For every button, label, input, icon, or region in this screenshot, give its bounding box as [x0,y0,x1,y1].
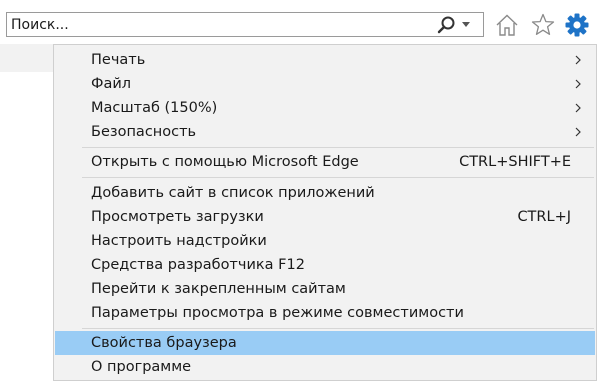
menu-separator [82,177,594,178]
menu-separator [82,147,594,148]
menu-item-internet-options[interactable]: Свойства браузера [55,331,595,355]
menu-item-shortcut: CTRL+J [517,209,571,225]
menu-item-manage-addons[interactable]: Настроить надстройки [55,229,595,253]
menu-item-open-with-edge[interactable]: Открыть с помощью Microsoft Edge CTRL+SH… [55,150,595,174]
menu-item-compatibility-view[interactable]: Параметры просмотра в режиме совместимос… [55,301,595,325]
menu-item-label: Файл [91,76,132,92]
search-icon[interactable] [436,15,458,35]
menu-item-label: Открыть с помощью Microsoft Edge [91,154,359,170]
menu-item-label: Свойства браузера [91,335,237,351]
menu-item-safety[interactable]: Безопасность [55,120,595,144]
menu-item-file[interactable]: Файл [55,72,595,96]
menu-item-label: Печать [91,52,146,68]
menu-item-about[interactable]: О программе [55,355,595,379]
menu-item-zoom[interactable]: Масштаб (150%) [55,96,595,120]
menu-item-view-downloads[interactable]: Просмотреть загрузки CTRL+J [55,205,595,229]
home-icon[interactable] [494,12,520,38]
menu-item-label: О программе [91,359,192,375]
chevron-right-icon [575,103,581,113]
menu-item-label: Средства разработчика F12 [91,257,305,273]
star-icon[interactable] [530,12,556,38]
chevron-right-icon [575,55,581,65]
menu-item-developer-tools[interactable]: Средства разработчика F12 [55,253,595,277]
chevron-right-icon [575,79,581,89]
menu-item-label: Просмотреть загрузки [91,209,264,225]
menu-separator [82,328,594,329]
search-input[interactable] [7,13,427,36]
menu-item-add-site-to-apps[interactable]: Добавить сайт в список приложений [55,181,595,205]
menu-item-pinned-sites[interactable]: Перейти к закрепленным сайтам [55,277,595,301]
menu-item-label: Настроить надстройки [91,233,267,249]
tab-strip-remnant [0,44,53,72]
search-box [6,12,484,37]
menu-item-label: Добавить сайт в список приложений [91,185,375,201]
chevron-right-icon [575,127,581,137]
chevron-down-icon[interactable] [462,22,470,27]
menu-item-shortcut: CTRL+SHIFT+E [459,154,571,170]
menu-item-label: Параметры просмотра в режиме совместимос… [91,305,464,321]
gear-icon[interactable] [564,12,590,38]
menu-item-label: Перейти к закрепленным сайтам [91,281,346,297]
menu-item-label: Безопасность [91,124,197,140]
menu-item-label: Масштаб (150%) [91,100,218,116]
command-bar [0,0,603,44]
menu-item-print[interactable]: Печать [55,48,595,72]
tools-menu: Печать Файл Масштаб (150%) Безопасность … [53,44,597,381]
